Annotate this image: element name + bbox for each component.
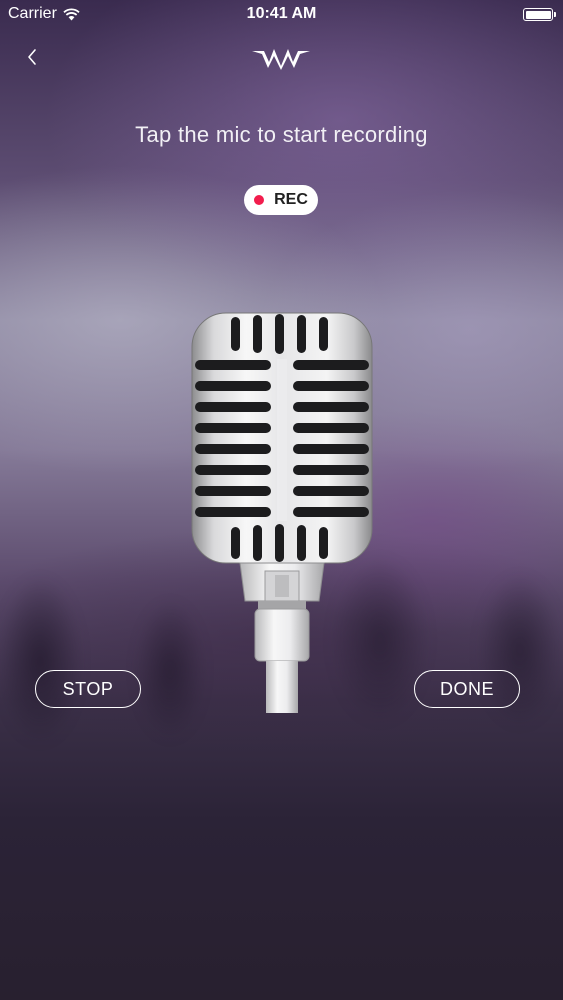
record-prompt: Tap the mic to start recording: [135, 122, 428, 147]
done-button[interactable]: DONE: [414, 670, 520, 708]
battery-icon: [523, 8, 556, 21]
status-time: 10:41 AM: [246, 5, 317, 22]
rec-label: REC: [274, 191, 308, 208]
status-bar: Carrier 10:41 AM: [0, 0, 563, 30]
stop-button[interactable]: STOP: [35, 670, 141, 708]
rec-badge: REC: [244, 185, 318, 215]
record-dot-icon: [254, 195, 265, 205]
microphone-button[interactable]: [185, 305, 379, 715]
wave-logo-icon: [252, 49, 310, 70]
back-button[interactable]: [18, 40, 46, 74]
chevron-left-icon: [28, 49, 36, 65]
